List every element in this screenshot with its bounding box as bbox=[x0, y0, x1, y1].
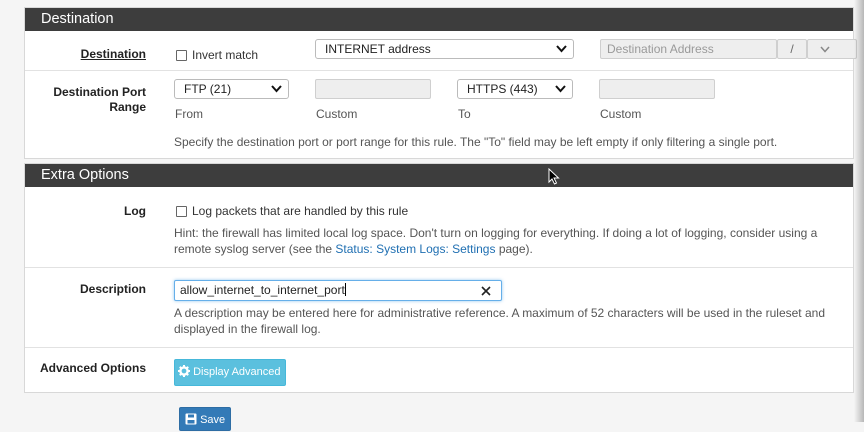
destination-mask-slash: / bbox=[777, 39, 807, 59]
destination-label: Destination bbox=[80, 47, 146, 61]
to-label: To bbox=[458, 107, 471, 121]
chevron-down-icon bbox=[820, 46, 830, 53]
log-row: Log Log packets that are handled by this… bbox=[25, 187, 853, 267]
description-value: allow_internet_to_internet_port bbox=[180, 283, 345, 297]
text-cursor bbox=[344, 283, 346, 296]
destination-panel: Destination Destination Invert match INT… bbox=[24, 7, 857, 159]
display-advanced-label: Display Advanced bbox=[193, 366, 281, 378]
from-custom-input[interactable] bbox=[315, 79, 431, 99]
extra-options-panel: Extra Options Log Log packets that are h… bbox=[24, 163, 854, 393]
save-button[interactable]: Save bbox=[179, 407, 232, 431]
log-label: Log bbox=[124, 204, 146, 218]
extra-options-header: Extra Options bbox=[25, 164, 853, 187]
advanced-options-label: Advanced Options bbox=[39, 361, 146, 375]
to-port-select[interactable]: HTTPS (443) bbox=[457, 79, 573, 99]
log-hint-line1: Hint: the firewall has limited local log… bbox=[174, 226, 818, 240]
log-packets-label: Log packets that are handled by this rul… bbox=[192, 204, 409, 218]
system-logs-settings-link[interactable]: Status: System Logs: Settings bbox=[335, 242, 495, 256]
invert-match-checkbox[interactable] bbox=[176, 49, 187, 61]
display-advanced-button[interactable]: Display Advanced bbox=[174, 359, 286, 386]
to-custom-input[interactable] bbox=[599, 79, 715, 99]
description-row: Description allow_internet_to_internet_p… bbox=[25, 267, 853, 347]
log-hint-line2: remote syslog server (see the Status: Sy… bbox=[174, 241, 817, 257]
description-help-line2: displayed in the firewall log. bbox=[174, 322, 321, 336]
slash-separator: / bbox=[790, 42, 794, 56]
from-port-select[interactable]: FTP (21) bbox=[174, 79, 289, 99]
description-label: Description bbox=[79, 282, 146, 296]
port-range-row: Destination Port Range FTP (21) From Cus… bbox=[25, 70, 853, 159]
window-edge-shadow bbox=[854, 0, 864, 422]
destination-type-select[interactable]: INTERNET address bbox=[315, 39, 574, 59]
mouse-cursor-icon bbox=[548, 168, 560, 185]
description-input[interactable]: allow_internet_to_internet_port bbox=[174, 280, 502, 301]
port-range-label: Destination Port Range bbox=[53, 85, 146, 115]
log-hint: Hint: the firewall has limited local log… bbox=[174, 225, 817, 257]
destination-type-value: INTERNET address bbox=[325, 42, 431, 56]
clear-icon[interactable] bbox=[481, 286, 491, 296]
log-packets-checkbox[interactable] bbox=[176, 205, 187, 217]
port-range-label-line1: Destination Port bbox=[53, 85, 146, 99]
invert-match[interactable]: Invert match bbox=[176, 48, 258, 62]
to-custom-label: Custom bbox=[600, 107, 642, 121]
destination-header: Destination bbox=[25, 8, 853, 31]
log-hint-text-b: page). bbox=[495, 242, 533, 256]
chevron-down-icon bbox=[271, 85, 282, 93]
destination-mask-select[interactable] bbox=[807, 39, 857, 59]
to-port-value: HTTPS (443) bbox=[467, 82, 538, 96]
log-packets[interactable]: Log packets that are handled by this rul… bbox=[176, 204, 408, 218]
advanced-options-row: Advanced Options Display Advanced bbox=[25, 347, 853, 393]
from-port-value: FTP (21) bbox=[184, 82, 232, 96]
save-label: Save bbox=[200, 414, 226, 426]
chevron-down-icon bbox=[555, 85, 566, 93]
destination-address-placeholder: Destination Address bbox=[607, 42, 714, 56]
description-help-line1: A description may be entered here for ad… bbox=[174, 306, 825, 320]
chevron-down-icon bbox=[556, 45, 567, 53]
gear-icon bbox=[178, 365, 190, 377]
save-icon bbox=[185, 413, 197, 425]
from-custom-label: Custom bbox=[316, 107, 358, 121]
invert-match-label: Invert match bbox=[192, 48, 259, 62]
destination-address-input[interactable]: Destination Address bbox=[600, 39, 777, 59]
log-hint-text-a: remote syslog server (see the bbox=[174, 242, 336, 256]
port-range-help: Specify the destination port or port ran… bbox=[174, 135, 778, 149]
port-range-label-line2: Range bbox=[109, 100, 146, 114]
from-label: From bbox=[175, 107, 203, 121]
destination-row: Destination Invert match INTERNET addres… bbox=[25, 31, 857, 70]
description-help: A description may be entered here for ad… bbox=[174, 305, 825, 337]
